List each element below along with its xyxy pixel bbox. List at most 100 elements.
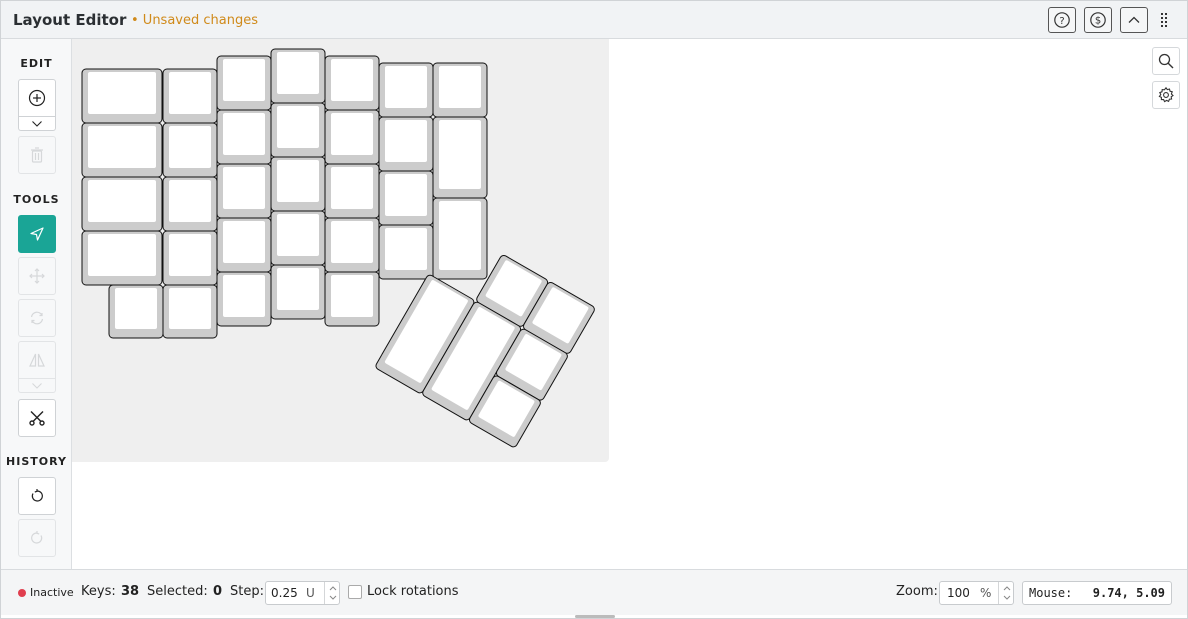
- header-bar: Layout Editor • Unsaved changes ? $: [1, 1, 1187, 39]
- redo-icon: [31, 531, 43, 544]
- help-button[interactable]: ?: [1048, 7, 1076, 33]
- resize-handle[interactable]: [575, 615, 615, 618]
- lock-rotations-checkbox[interactable]: [348, 585, 362, 599]
- mouse-coordinates: Mouse: 9.74, 5.09: [1022, 581, 1172, 605]
- mirror-icon: [29, 353, 45, 367]
- keycap[interactable]: [432, 116, 488, 199]
- gear-icon: [1158, 86, 1174, 103]
- zoom-stepper[interactable]: [998, 582, 1014, 604]
- chevron-down-icon: [32, 120, 42, 127]
- keycap[interactable]: [324, 55, 380, 111]
- add-key-button[interactable]: [18, 79, 56, 117]
- keycap[interactable]: [324, 217, 380, 273]
- search-icon: [1158, 53, 1174, 69]
- step-unit: U: [306, 586, 315, 600]
- history-section-label: HISTORY: [6, 455, 67, 468]
- keycap[interactable]: [216, 271, 272, 327]
- settings-button[interactable]: [1152, 81, 1180, 109]
- keycap[interactable]: [270, 48, 326, 104]
- select-tool-button[interactable]: [18, 215, 56, 253]
- grip-vertical-icon[interactable]: [1159, 12, 1169, 28]
- zoom-value: 100: [947, 586, 970, 600]
- redo-button[interactable]: [18, 519, 56, 557]
- step-input[interactable]: 0.25 U: [265, 581, 340, 605]
- undo-icon: [31, 489, 43, 502]
- selected-count-label: Selected:: [147, 584, 208, 599]
- keycap[interactable]: [216, 55, 272, 111]
- chevron-down-icon: [32, 382, 42, 389]
- keycap[interactable]: [162, 122, 218, 178]
- svg-text:?: ?: [1059, 16, 1064, 27]
- stepper-arrows-icon: [329, 586, 337, 600]
- page-title: Layout Editor: [13, 11, 127, 29]
- layout-editor-window: Layout Editor • Unsaved changes ? $ EDIT…: [0, 0, 1188, 619]
- move-arrows-icon: [29, 268, 45, 284]
- keycap[interactable]: [432, 62, 488, 118]
- tools-section-label: TOOLS: [13, 193, 60, 206]
- keycap[interactable]: [108, 284, 164, 339]
- mouse-label: Mouse:: [1029, 586, 1073, 600]
- keycap[interactable]: [324, 163, 380, 219]
- zoom-label: Zoom:: [896, 584, 938, 599]
- zoom-input[interactable]: 100 %: [939, 581, 1014, 605]
- keycap[interactable]: [324, 271, 380, 327]
- keycap[interactable]: [270, 264, 326, 320]
- dollar-circle-icon: $: [1090, 12, 1106, 28]
- keycap[interactable]: [162, 68, 218, 124]
- keycap[interactable]: [378, 116, 434, 172]
- lock-rotations-label[interactable]: Lock rotations: [367, 584, 459, 599]
- keys-count-label: Keys:: [81, 584, 116, 599]
- undo-button[interactable]: [18, 477, 56, 515]
- keycap[interactable]: [378, 62, 434, 118]
- chevron-up-icon: [1128, 16, 1140, 23]
- mouse-value: 9.74, 5.09: [1092, 586, 1165, 600]
- status-indicator-dot: [18, 589, 26, 597]
- keycap[interactable]: [81, 176, 163, 232]
- svg-text:$: $: [1095, 16, 1101, 27]
- keycap[interactable]: [162, 176, 218, 232]
- step-label: Step:: [230, 584, 264, 599]
- zoom-unit: %: [980, 586, 992, 600]
- move-tool-button[interactable]: [18, 257, 56, 295]
- scissors-tool-button[interactable]: [18, 399, 56, 437]
- status-bar: Inactive Keys: 38 Selected: 0 Step: 0.25…: [1, 569, 1187, 615]
- keycap[interactable]: [81, 122, 163, 178]
- rotate-icon: [30, 311, 44, 325]
- collapse-button[interactable]: [1120, 7, 1148, 33]
- edit-section-label: EDIT: [20, 57, 53, 70]
- keycap[interactable]: [81, 68, 163, 124]
- stepper-arrows-icon: [1003, 586, 1011, 600]
- status-state: Inactive: [30, 586, 74, 599]
- step-value: 0.25: [271, 586, 298, 600]
- keycap[interactable]: [378, 170, 434, 226]
- left-toolbar: EDIT TOOLS HISTORY: [1, 39, 72, 569]
- keys-count-value: 38: [121, 584, 140, 599]
- keycap[interactable]: [270, 210, 326, 266]
- mirror-tool-button[interactable]: [18, 341, 56, 379]
- keycap[interactable]: [432, 197, 488, 280]
- step-stepper[interactable]: [324, 582, 340, 604]
- cursor-arrow-icon: [30, 227, 44, 241]
- keycap[interactable]: [216, 217, 272, 273]
- keycap[interactable]: [270, 102, 326, 158]
- selected-count-value: 0: [213, 584, 223, 599]
- donate-button[interactable]: $: [1084, 7, 1112, 33]
- mirror-tool-dropdown[interactable]: [18, 379, 56, 393]
- keycap[interactable]: [162, 230, 218, 286]
- add-key-dropdown[interactable]: [18, 117, 56, 131]
- keycap[interactable]: [216, 163, 272, 219]
- plus-circle-icon: [28, 89, 46, 107]
- keycap[interactable]: [162, 284, 218, 339]
- delete-key-button[interactable]: [18, 136, 56, 174]
- unsaved-indicator: • Unsaved changes: [131, 13, 258, 28]
- keycap[interactable]: [378, 224, 434, 280]
- keycap[interactable]: [270, 156, 326, 212]
- search-button[interactable]: [1152, 47, 1180, 75]
- scissors-icon: [29, 411, 45, 426]
- keycap[interactable]: [324, 109, 380, 165]
- keycap[interactable]: [216, 109, 272, 165]
- trash-icon: [31, 147, 43, 163]
- keycap[interactable]: [81, 230, 163, 286]
- question-circle-icon: ?: [1054, 12, 1070, 28]
- rotate-tool-button[interactable]: [18, 299, 56, 337]
